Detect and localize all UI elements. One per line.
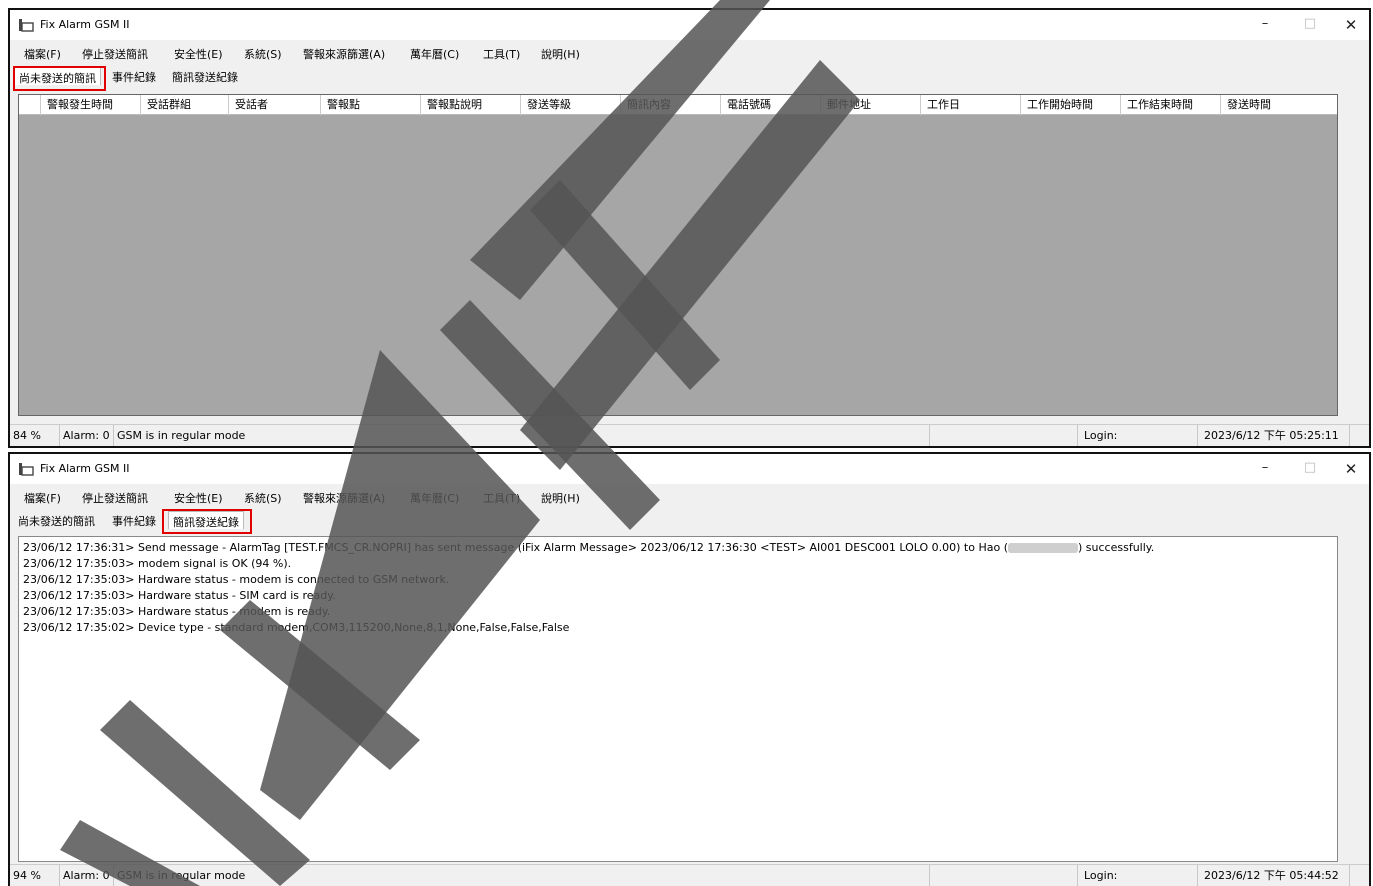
app-icon bbox=[19, 463, 34, 476]
highlight-box bbox=[13, 66, 106, 91]
minimize-button[interactable]: – bbox=[1253, 16, 1277, 34]
menu-calendar[interactable]: 萬年曆(C) bbox=[410, 46, 459, 62]
close-button[interactable]: ✕ bbox=[1339, 460, 1363, 478]
status-alarm-count: Alarm: 0 bbox=[60, 425, 114, 446]
menu-security[interactable]: 安全性(E) bbox=[174, 46, 223, 62]
col-alarm-point[interactable]: 警報點 bbox=[321, 95, 421, 115]
title-bar: Fix Alarm GSM II – □ ✕ bbox=[10, 10, 1369, 40]
log-line: 23/06/12 17:35:03> Hardware status - mod… bbox=[23, 573, 450, 586]
status-datetime: 2023/6/12 下午 05:44:52 bbox=[1198, 865, 1350, 886]
status-empty bbox=[930, 425, 1078, 446]
menu-bar: 檔案(F) 停止發送簡訊 安全性(E) 系統(S) 警報來源篩選(A) 萬年曆(… bbox=[10, 486, 1369, 506]
highlight-box bbox=[162, 509, 252, 534]
minimize-button[interactable]: – bbox=[1253, 460, 1277, 478]
tab-event-log[interactable]: 事件紀錄 bbox=[108, 67, 160, 85]
status-gsm-mode: GSM is in regular mode bbox=[114, 865, 930, 886]
menu-alarm-filter[interactable]: 警報來源篩選(A) bbox=[303, 46, 385, 62]
menu-stop-sms[interactable]: 停止發送簡訊 bbox=[82, 490, 148, 506]
menu-file[interactable]: 檔案(F) bbox=[24, 490, 61, 506]
redacted-phone bbox=[1008, 543, 1079, 553]
status-percent: 84 % bbox=[10, 425, 60, 446]
status-login: Login: bbox=[1078, 865, 1198, 886]
app-icon bbox=[19, 19, 34, 32]
maximize-button[interactable]: □ bbox=[1298, 16, 1322, 34]
col-work-end[interactable]: 工作結束時間 bbox=[1121, 95, 1221, 115]
col-alarm-point-desc[interactable]: 警報點說明 bbox=[421, 95, 521, 115]
col-receiver[interactable]: 受話者 bbox=[229, 95, 321, 115]
menu-tools[interactable]: 工具(T) bbox=[483, 490, 520, 506]
app-window-unsent: Fix Alarm GSM II – □ ✕ 檔案(F) 停止發送簡訊 安全性(… bbox=[8, 8, 1371, 448]
menu-help[interactable]: 說明(H) bbox=[541, 490, 580, 506]
tab-strip: 尚未發送的簡訊 事件紀錄 簡訊發送紀錄 bbox=[10, 65, 1369, 85]
menu-system[interactable]: 系統(S) bbox=[244, 46, 282, 62]
window-title: Fix Alarm GSM II bbox=[40, 18, 130, 31]
unsent-sms-table[interactable]: 警報發生時間 受話群組 受話者 警報點 警報點說明 發送等級 簡訊內容 電話號碼… bbox=[18, 94, 1338, 416]
menu-bar: 檔案(F) 停止發送簡訊 安全性(E) 系統(S) 警報來源篩選(A) 萬年曆(… bbox=[10, 42, 1369, 62]
status-bar: 94 % Alarm: 0 GSM is in regular mode Log… bbox=[10, 864, 1369, 886]
screen: Fix Alarm GSM II – □ ✕ 檔案(F) 停止發送簡訊 安全性(… bbox=[0, 0, 1373, 886]
col-send-time[interactable]: 發送時間 bbox=[1221, 95, 1338, 115]
status-bar: 84 % Alarm: 0 GSM is in regular mode Log… bbox=[10, 424, 1369, 446]
status-alarm-count: Alarm: 0 bbox=[60, 865, 114, 886]
col-send-level[interactable]: 發送等級 bbox=[521, 95, 621, 115]
status-login: Login: bbox=[1078, 425, 1198, 446]
col-workday[interactable]: 工作日 bbox=[921, 95, 1021, 115]
tab-unsent-sms[interactable]: 尚未發送的簡訊 bbox=[14, 511, 99, 529]
col-receiver-group[interactable]: 受話群組 bbox=[141, 95, 229, 115]
app-window-sent-log: Fix Alarm GSM II – □ ✕ 檔案(F) 停止發送簡訊 安全性(… bbox=[8, 452, 1371, 886]
status-datetime: 2023/6/12 下午 05:25:11 bbox=[1198, 425, 1350, 446]
log-line: 23/06/12 17:35:02> Device type - standar… bbox=[23, 621, 570, 634]
maximize-button[interactable]: □ bbox=[1298, 460, 1322, 478]
menu-calendar[interactable]: 萬年曆(C) bbox=[410, 490, 459, 506]
row-header-corner bbox=[19, 95, 41, 115]
window-title: Fix Alarm GSM II bbox=[40, 462, 130, 475]
menu-stop-sms[interactable]: 停止發送簡訊 bbox=[82, 46, 148, 62]
status-gsm-mode: GSM is in regular mode bbox=[114, 425, 930, 446]
log-line: 23/06/12 17:35:03> Hardware status - mod… bbox=[23, 605, 331, 618]
menu-alarm-filter[interactable]: 警報來源篩選(A) bbox=[303, 490, 385, 506]
menu-tools[interactable]: 工具(T) bbox=[483, 46, 520, 62]
status-empty bbox=[930, 865, 1078, 886]
menu-help[interactable]: 說明(H) bbox=[541, 46, 580, 62]
col-alarm-time[interactable]: 警報發生時間 bbox=[41, 95, 141, 115]
col-email[interactable]: 郵件地址 bbox=[821, 95, 921, 115]
log-line: 23/06/12 17:36:31> Send message - AlarmT… bbox=[23, 541, 1155, 554]
log-line: 23/06/12 17:35:03> modem signal is OK (9… bbox=[23, 557, 292, 570]
log-line: 23/06/12 17:35:03> Hardware status - SIM… bbox=[23, 589, 336, 602]
sms-sent-log[interactable]: 23/06/12 17:36:31> Send message - AlarmT… bbox=[18, 536, 1338, 862]
status-percent: 94 % bbox=[10, 865, 60, 886]
close-button[interactable]: ✕ bbox=[1339, 16, 1363, 34]
tab-event-log[interactable]: 事件紀錄 bbox=[108, 511, 160, 529]
tab-sms-sent-log[interactable]: 簡訊發送紀錄 bbox=[168, 67, 242, 85]
col-sms-content[interactable]: 簡訊內容 bbox=[621, 95, 721, 115]
title-bar: Fix Alarm GSM II – □ ✕ bbox=[10, 454, 1369, 484]
table-header: 警報發生時間 受話群組 受話者 警報點 警報點說明 發送等級 簡訊內容 電話號碼… bbox=[19, 95, 1337, 115]
menu-security[interactable]: 安全性(E) bbox=[174, 490, 223, 506]
menu-file[interactable]: 檔案(F) bbox=[24, 46, 61, 62]
col-work-start[interactable]: 工作開始時間 bbox=[1021, 95, 1121, 115]
col-phone-number[interactable]: 電話號碼 bbox=[721, 95, 821, 115]
menu-system[interactable]: 系統(S) bbox=[244, 490, 282, 506]
